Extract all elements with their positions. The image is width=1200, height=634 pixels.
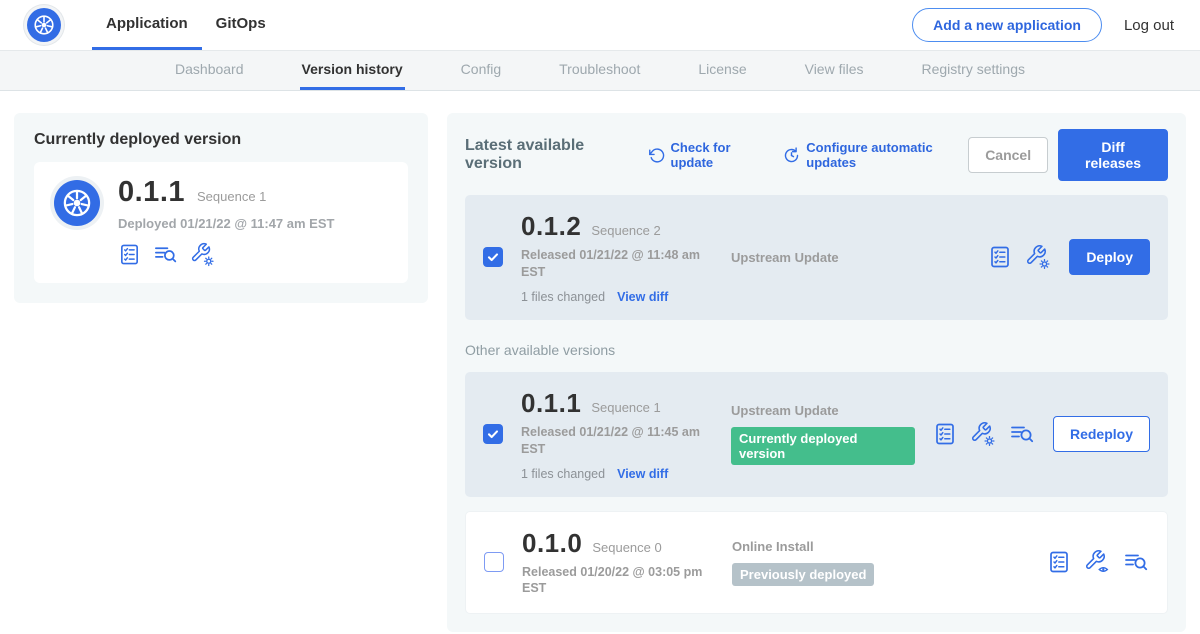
check-for-update-link[interactable]: Check for update	[648, 140, 766, 170]
subnav-item-version-history[interactable]: Version history	[300, 51, 405, 90]
redeploy-button[interactable]: Redeploy	[1053, 416, 1150, 452]
sequence-label: Sequence 1	[591, 400, 660, 415]
auto-update-clock-icon	[783, 147, 800, 164]
view-logs-icon[interactable]	[153, 242, 178, 267]
version-checkbox[interactable]	[483, 247, 503, 267]
refresh-icon	[648, 147, 665, 164]
deployed-version-number: 0.1.1	[118, 176, 185, 209]
preflight-checklist-icon[interactable]	[933, 422, 957, 446]
edit-config-icon[interactable]	[1025, 244, 1051, 270]
tab-gitops[interactable]: GitOps	[202, 0, 280, 50]
deploy-button[interactable]: Deploy	[1069, 239, 1150, 275]
currently-deployed-badge: Currently deployed version	[731, 427, 915, 465]
currently-deployed-title: Currently deployed version	[34, 131, 408, 149]
subnav-item-config[interactable]: Config	[459, 51, 503, 90]
previously-deployed-badge: Previously deployed	[732, 563, 874, 586]
preflight-checklist-icon[interactable]	[1047, 550, 1071, 574]
logout-link[interactable]: Log out	[1124, 17, 1174, 34]
files-changed-label: 1 files changed	[521, 467, 605, 481]
version-checkbox[interactable]	[483, 424, 503, 444]
released-timestamp: Released 01/21/22 @ 11:45 am EST	[521, 424, 713, 458]
cancel-button[interactable]: Cancel	[968, 137, 1048, 173]
kubernetes-logo-icon	[54, 180, 100, 226]
subnav-item-license[interactable]: License	[696, 51, 748, 90]
top-tabs: Application GitOps	[92, 0, 280, 50]
view-diff-link[interactable]: View diff	[617, 290, 668, 304]
deployed-version-card: 0.1.1 Sequence 1 Deployed 01/21/22 @ 11:…	[34, 162, 408, 283]
preflight-checklist-icon[interactable]	[118, 243, 141, 266]
main-content: Currently deployed version 0.1.1 Sequenc…	[0, 91, 1200, 632]
subnav-item-dashboard[interactable]: Dashboard	[173, 51, 246, 90]
version-number: 0.1.2	[521, 211, 581, 242]
currently-deployed-panel: Currently deployed version 0.1.1 Sequenc…	[14, 113, 428, 303]
subnav-item-registry-settings[interactable]: Registry settings	[920, 51, 1027, 90]
version-number: 0.1.0	[522, 528, 582, 559]
files-changed-label: 1 files changed	[521, 290, 605, 304]
version-row-0-1-1: 0.1.1 Sequence 1 Released 01/21/22 @ 11:…	[465, 372, 1168, 497]
top-nav: Application GitOps Add a new application…	[0, 0, 1200, 50]
kubernetes-logo-icon	[27, 8, 61, 42]
view-diff-link[interactable]: View diff	[617, 467, 668, 481]
latest-available-title: Latest available version	[465, 137, 630, 173]
version-number: 0.1.1	[521, 388, 581, 419]
version-source-label: Upstream Update	[731, 403, 915, 418]
subnav-item-view-files[interactable]: View files	[803, 51, 866, 90]
subnav-item-troubleshoot[interactable]: Troubleshoot	[557, 51, 642, 90]
app-subnav: Dashboard Version history Config Trouble…	[0, 50, 1200, 91]
version-history-panel: Latest available version Check for updat…	[447, 113, 1186, 632]
sequence-label: Sequence 2	[591, 223, 660, 238]
released-timestamp: Released 01/21/22 @ 11:48 am EST	[521, 247, 713, 281]
view-logs-icon[interactable]	[1009, 421, 1035, 447]
preflight-checklist-icon[interactable]	[988, 245, 1012, 269]
app-logo	[24, 0, 64, 50]
other-available-versions-title: Other available versions	[465, 342, 1168, 358]
edit-config-icon[interactable]	[190, 242, 215, 267]
edit-config-icon[interactable]	[970, 421, 996, 447]
version-source-label: Upstream Update	[731, 250, 970, 265]
released-timestamp: Released 01/20/22 @ 03:05 pm EST	[522, 564, 714, 598]
view-config-icon[interactable]	[1084, 549, 1110, 575]
deployed-timestamp: Deployed 01/21/22 @ 11:47 am EST	[118, 216, 334, 231]
version-row-0-1-0: 0.1.0 Sequence 0 Released 01/20/22 @ 03:…	[465, 511, 1168, 615]
version-checkbox[interactable]	[484, 552, 504, 572]
configure-automatic-updates-link[interactable]: Configure automatic updates	[783, 140, 968, 170]
deployed-sequence-label: Sequence 1	[197, 189, 266, 204]
tab-application[interactable]: Application	[92, 0, 202, 50]
diff-releases-button[interactable]: Diff releases	[1058, 129, 1168, 181]
view-logs-icon[interactable]	[1123, 549, 1149, 575]
version-row-0-1-2: 0.1.2 Sequence 2 Released 01/21/22 @ 11:…	[465, 195, 1168, 320]
version-source-label: Online Install	[732, 539, 1029, 554]
kots-admin-console: Application GitOps Add a new application…	[0, 0, 1200, 634]
add-new-application-button[interactable]: Add a new application	[912, 8, 1102, 42]
sequence-label: Sequence 0	[592, 540, 661, 555]
